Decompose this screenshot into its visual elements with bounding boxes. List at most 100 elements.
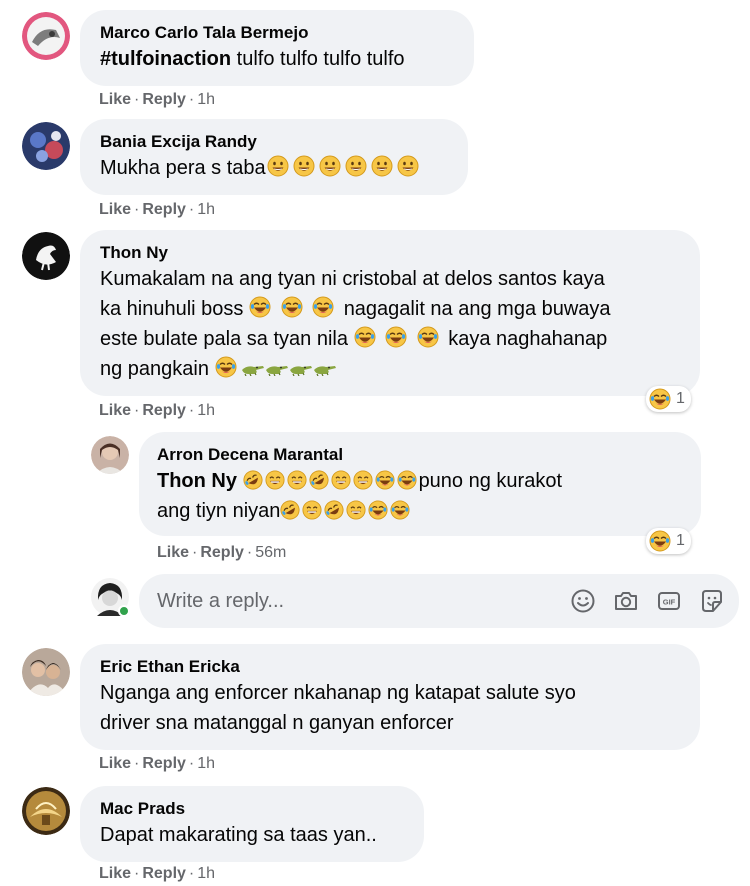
comment-bubble: Mac Prads Dapat makarating sa taas yan..: [80, 786, 424, 862]
reply-button[interactable]: Reply: [142, 865, 186, 882]
comment-text-line: driver sna matanggal n ganyan enforcer: [100, 712, 454, 734]
comment-bubble: Bania Excija Randy Mukha pera s taba: [80, 119, 468, 195]
timestamp[interactable]: 1h: [197, 402, 215, 419]
tears-of-joy-emoji-icon: [385, 326, 407, 348]
like-button[interactable]: Like: [99, 865, 131, 882]
tears-of-joy-emoji-icon: [397, 470, 417, 490]
comment-text-line: Nganga ang enforcer nkahanap ng katapat …: [100, 682, 576, 704]
comment-author[interactable]: Eric Ethan Ericka: [100, 656, 680, 678]
comment-author[interactable]: Thon Ny: [100, 242, 680, 264]
reaction-summary[interactable]: 1: [646, 528, 691, 554]
like-button[interactable]: Like: [99, 755, 131, 772]
camera-icon[interactable]: [610, 585, 642, 617]
avatar[interactable]: [22, 12, 70, 60]
comment-text: Dapat makarating sa taas yan..: [100, 824, 377, 846]
tears-of-joy-emoji-icon: [390, 500, 410, 520]
reaction-count: 1: [676, 532, 685, 549]
timestamp[interactable]: 1h: [197, 91, 215, 108]
reaction-summary[interactable]: 1: [646, 386, 691, 412]
comment-actions: Like · Reply · 1h: [99, 865, 216, 882]
reply-button[interactable]: Reply: [142, 91, 186, 108]
grinning-emoji-icon: [345, 155, 367, 177]
avatar[interactable]: [22, 787, 70, 835]
like-button[interactable]: Like: [99, 201, 131, 218]
comment-text-line: ng pangkain: [100, 354, 680, 384]
grinning-emoji-icon: [267, 155, 289, 177]
svg-text:GIF: GIF: [663, 598, 676, 607]
comment-actions: Like · Reply · 1h: [99, 91, 216, 108]
grinning-squinting-emoji-icon: [287, 470, 307, 490]
crocodile-emoji-icon: [313, 362, 337, 376]
comment-author[interactable]: Marco Carlo Tala Bermejo: [100, 22, 454, 44]
online-status-dot: [118, 605, 130, 617]
crocodile-emoji-icon: [265, 362, 289, 376]
tears-of-joy-emoji-icon: [375, 470, 395, 490]
grinning-squinting-emoji-icon: [353, 470, 373, 490]
comment-text-part: puno ng kurakot: [418, 470, 562, 492]
grinning-emoji-icon: [319, 155, 341, 177]
reply-input-box[interactable]: GIF: [139, 574, 739, 628]
comment-text-body: Mukha pera s taba: [100, 157, 266, 179]
tears-of-joy-emoji-icon: [249, 296, 271, 318]
avatar[interactable]: [22, 232, 70, 280]
comment-text-part: ng pangkain: [100, 358, 209, 380]
reply-button[interactable]: Reply: [142, 755, 186, 772]
avatar[interactable]: [22, 648, 70, 696]
grinning-squinting-emoji-icon: [302, 500, 322, 520]
like-button[interactable]: Like: [99, 402, 131, 419]
current-user-avatar[interactable]: [91, 578, 130, 617]
avatar[interactable]: [22, 122, 70, 170]
crocodile-emoji-icon: [241, 362, 265, 376]
like-button[interactable]: Like: [157, 544, 189, 561]
grinning-squinting-emoji-icon: [265, 470, 285, 490]
tears-of-joy-emoji-icon: [354, 326, 376, 348]
grinning-squinting-emoji-icon: [331, 470, 351, 490]
comment-text-part: ang tiyn niyan: [157, 500, 281, 522]
timestamp[interactable]: 1h: [197, 201, 215, 218]
grinning-emoji-icon: [293, 155, 315, 177]
comment-author[interactable]: Arron Decena Marantal: [157, 444, 681, 466]
mention-link[interactable]: Thon Ny: [157, 470, 237, 492]
reply-button[interactable]: Reply: [142, 201, 186, 218]
timestamp[interactable]: 1h: [197, 755, 215, 772]
comment-text-part: kaya naghahanap: [448, 328, 608, 350]
comment-bubble: Eric Ethan Ericka Nganga ang enforcer nk…: [80, 644, 700, 750]
grinning-squinting-emoji-icon: [346, 500, 366, 520]
comment-bubble: Marco Carlo Tala Bermejo #tulfoinaction …: [80, 10, 474, 86]
tears-of-joy-emoji-icon: [417, 326, 439, 348]
comment-bubble: Thon Ny Kumakalam na ang tyan ni cristob…: [80, 230, 700, 396]
timestamp[interactable]: 1h: [197, 865, 215, 882]
comment-author[interactable]: Bania Excija Randy: [100, 131, 448, 153]
comment-text-line: ang tiyn niyan: [157, 496, 681, 526]
comment-text: #tulfoinaction tulfo tulfo tulfo tulfo: [100, 44, 454, 74]
comment-actions: Like · Reply · 1h: [99, 201, 216, 218]
avatar[interactable]: [91, 436, 129, 474]
rofl-emoji-icon: [309, 470, 329, 490]
comment-actions: Like · Reply · 1h: [99, 402, 216, 419]
reply-button[interactable]: Reply: [142, 402, 186, 419]
tears-of-joy-emoji-icon: [312, 296, 334, 318]
comment-text-line: ka hinuhuli boss nagagalit na ang mga bu…: [100, 294, 680, 324]
rofl-emoji-icon: [324, 500, 344, 520]
reaction-count: 1: [676, 390, 685, 407]
tears-of-joy-emoji-icon: [215, 356, 237, 378]
sticker-icon[interactable]: [696, 585, 728, 617]
gif-icon[interactable]: GIF: [653, 585, 685, 617]
reply-button[interactable]: Reply: [200, 544, 244, 561]
comment-text: Mukha pera s taba: [100, 153, 448, 183]
comment-text-body: tulfo tulfo tulfo tulfo: [231, 48, 405, 70]
timestamp[interactable]: 56m: [255, 544, 286, 561]
comment-author[interactable]: Mac Prads: [100, 798, 404, 820]
like-button[interactable]: Like: [99, 91, 131, 108]
comment-text-part: ka hinuhuli boss: [100, 298, 244, 320]
crocodile-emoji-icon: [289, 362, 313, 376]
comment-text-line: Kumakalam na ang tyan ni cristobal at de…: [100, 268, 605, 290]
rofl-emoji-icon: [280, 500, 300, 520]
reply-input[interactable]: [139, 589, 567, 613]
comment-text-part: este bulate pala sa tyan nila: [100, 328, 348, 350]
comment-bubble: Arron Decena Marantal Thon Ny puno ng ku…: [139, 432, 701, 536]
comment-actions: Like · Reply · 1h: [99, 755, 216, 772]
hashtag-link[interactable]: #tulfoinaction: [100, 48, 231, 70]
smiley-icon[interactable]: [567, 585, 599, 617]
comment-text-line: Thon Ny puno ng kurakot: [157, 466, 681, 496]
